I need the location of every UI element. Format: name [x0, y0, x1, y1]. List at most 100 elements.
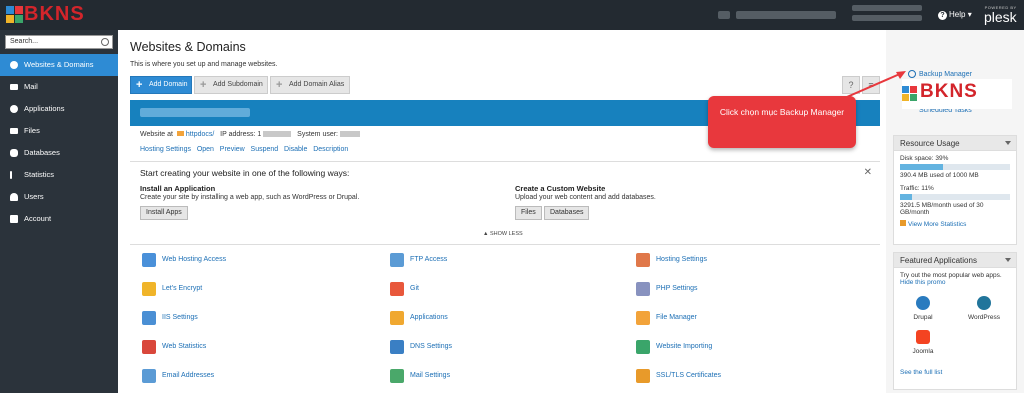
brand-logo[interactable]: BKNS: [6, 3, 102, 27]
tool-item[interactable]: Mail Settings: [390, 368, 570, 384]
sidebar-item-websites-domains[interactable]: Websites & Domains: [0, 54, 118, 76]
sidebar-item-applications[interactable]: Applications: [0, 98, 118, 120]
tool-item[interactable]: PHP Settings: [636, 281, 816, 297]
sidebar-item-databases[interactable]: Databases: [0, 142, 118, 164]
add-domain-alias-button[interactable]: + Add Domain Alias: [270, 76, 350, 94]
docroot-link[interactable]: httpdocs/: [186, 131, 214, 138]
top-bar: BKNS ? Help ▾ POWERED BY plesk: [0, 0, 1024, 30]
main-content: Websites & Domains This is where you set…: [118, 30, 886, 393]
tool-label: FTP Access: [410, 256, 448, 263]
tool-item[interactable]: DNS Settings: [390, 339, 570, 355]
sidebar-item-users[interactable]: Users: [0, 186, 118, 208]
open-link[interactable]: Open: [197, 146, 214, 153]
tool-item[interactable]: Email Addresses: [142, 368, 322, 384]
help-icon[interactable]: ?: [842, 76, 860, 94]
close-icon[interactable]: ✕: [864, 167, 872, 178]
logo-square-green: [15, 15, 23, 23]
overlay-bkns-logo: BKNS: [902, 79, 1012, 109]
featured-apps-label: Featured Applications: [900, 256, 977, 265]
question-icon: ?: [938, 11, 947, 20]
tool-item[interactable]: SSL/TLS Certificates: [636, 368, 816, 384]
disk-bar-fill: [900, 164, 943, 170]
databases-button[interactable]: Databases: [544, 206, 590, 220]
sidebar-item-files[interactable]: Files: [0, 120, 118, 142]
add-domain-label: Add Domain: [149, 81, 188, 88]
globe-icon: [10, 61, 18, 69]
hosting-settings-link[interactable]: Hosting Settings: [140, 146, 191, 153]
tool-icon: [142, 253, 156, 267]
page-subtitle: This is where you set up and manage webs…: [130, 61, 278, 68]
tool-icon: [390, 369, 404, 383]
logo-square-yellow: [6, 15, 14, 23]
tool-icon: [390, 253, 404, 267]
tool-item[interactable]: Hosting Settings: [636, 252, 816, 268]
tool-label: Web Statistics: [162, 343, 207, 350]
disk-text: 390.4 MB used of 1000 MB: [900, 172, 979, 179]
sidebar-item-account[interactable]: Account: [0, 208, 118, 230]
page-title: Websites & Domains: [130, 40, 246, 54]
tool-label: Git: [410, 285, 419, 292]
backup-manager-label: Backup Manager: [919, 70, 972, 78]
sidebar-item-mail[interactable]: Mail: [0, 76, 118, 98]
add-alias-label: Add Domain Alias: [289, 81, 345, 88]
help-label: Help: [949, 10, 966, 19]
install-apps-button[interactable]: Install Apps: [140, 206, 188, 220]
files-button[interactable]: Files: [515, 206, 542, 220]
sidebar-item-statistics[interactable]: Statistics: [0, 164, 118, 186]
more-statistics-link[interactable]: View More Statistics: [900, 220, 1010, 228]
app-label: WordPress: [967, 314, 1001, 321]
backup-manager-link[interactable]: Backup Manager: [908, 70, 972, 78]
tool-icon: [636, 282, 650, 296]
hide-promo-link[interactable]: Hide this promo: [900, 279, 1010, 286]
suspend-link[interactable]: Suspend: [251, 146, 279, 153]
add-subdomain-button[interactable]: + Add Subdomain: [194, 76, 268, 94]
sidebar-item-label: Users: [24, 192, 44, 201]
search-icon[interactable]: [101, 38, 109, 46]
tool-item[interactable]: Web Hosting Access: [142, 252, 322, 268]
search-input[interactable]: Search...: [5, 35, 113, 49]
full-list-link[interactable]: See the full list: [900, 369, 942, 376]
view-toggle-icon[interactable]: ≡: [862, 76, 880, 94]
description-link[interactable]: Description: [313, 146, 348, 153]
collapse-icon[interactable]: [1005, 258, 1011, 262]
sidebar-item-label: Files: [24, 126, 40, 135]
tool-item[interactable]: Git: [390, 281, 570, 297]
blurred-subscription[interactable]: [852, 5, 922, 11]
preview-link[interactable]: Preview: [220, 146, 245, 153]
tool-item[interactable]: Web Statistics: [142, 339, 322, 355]
show-less-toggle[interactable]: ▲ SHOW LESS: [483, 231, 523, 237]
logo-square-red: [910, 86, 917, 93]
add-domain-button[interactable]: + Add Domain: [130, 76, 192, 94]
logo-square-red: [15, 6, 23, 14]
tool-item[interactable]: Let's Encrypt: [142, 281, 322, 297]
add-subdomain-label: Add Subdomain: [213, 81, 263, 88]
ip-label: IP address:: [220, 131, 256, 138]
bar-chart-icon: [10, 171, 12, 179]
tool-item[interactable]: FTP Access: [390, 252, 570, 268]
tool-item[interactable]: Applications: [390, 310, 570, 326]
app-joomla[interactable]: Joomla: [908, 330, 938, 355]
tool-icon: [390, 282, 404, 296]
system-user-label: System user:: [297, 131, 339, 138]
disable-link[interactable]: Disable: [284, 146, 307, 153]
help-menu[interactable]: ? Help ▾: [938, 10, 972, 20]
app-drupal[interactable]: Drupal: [908, 296, 938, 321]
collapse-icon[interactable]: [1005, 141, 1011, 145]
tool-label: SSL/TLS Certificates: [656, 372, 721, 379]
create-title: Start creating your website in one of th…: [140, 168, 350, 178]
custom-text: Upload your web content and add database…: [515, 194, 656, 201]
domain-name-blurred[interactable]: [140, 108, 250, 117]
traffic-text: 3291.5 MB/month used of 30 GB/month: [900, 202, 984, 216]
plus-icon: +: [200, 79, 207, 91]
tool-icon: [142, 311, 156, 325]
joomla-icon: [916, 330, 930, 344]
traffic-label: Traffic: 11%: [900, 185, 934, 192]
drupal-icon: [916, 296, 930, 310]
tool-item[interactable]: Website Importing: [636, 339, 816, 355]
tool-item[interactable]: File Manager: [636, 310, 816, 326]
blurred-user[interactable]: [736, 11, 836, 19]
tool-icon: [636, 311, 650, 325]
tool-item[interactable]: IIS Settings: [142, 310, 322, 326]
wordpress-icon: [977, 296, 991, 310]
app-wordpress[interactable]: WordPress: [962, 296, 1006, 321]
